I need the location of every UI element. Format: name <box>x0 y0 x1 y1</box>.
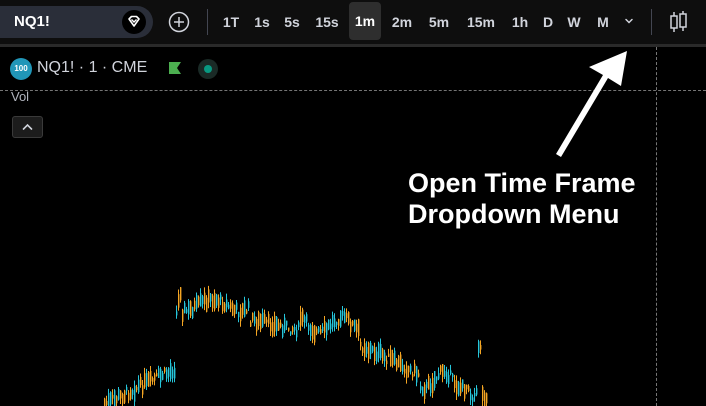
annotation-text: Open Time Frame Dropdown Menu <box>408 168 636 230</box>
annotation-line-2: Dropdown Menu <box>408 199 620 229</box>
annotation-line-1: Open Time Frame <box>408 168 636 198</box>
